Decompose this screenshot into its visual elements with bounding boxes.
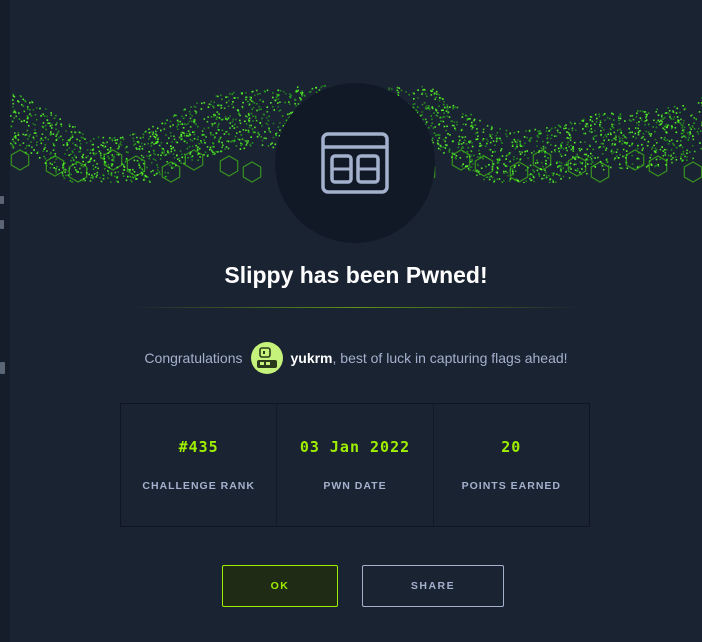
stat-label: POINTS EARNED bbox=[461, 480, 561, 492]
congrats-suffix: , best of luck in capturing flags ahead! bbox=[332, 350, 568, 366]
stat-value: 03 Jan 2022 bbox=[299, 438, 411, 456]
modal-title: Slippy has been Pwned! bbox=[224, 262, 488, 288]
page: Slippy has been Pwned! Congratulations y… bbox=[0, 0, 702, 642]
stat-value: #435 bbox=[178, 438, 219, 456]
background-glyph bbox=[0, 220, 4, 229]
challenge-icon-circle bbox=[275, 83, 435, 243]
background-glyph bbox=[0, 196, 4, 204]
stat-label: PWN DATE bbox=[323, 480, 387, 492]
robot-avatar-icon[interactable] bbox=[251, 342, 284, 374]
browser-window-icon bbox=[321, 132, 389, 194]
share-button[interactable]: SHARE bbox=[362, 565, 504, 607]
congrats-message: Congratulations yukrm , best of luck in … bbox=[10, 342, 702, 374]
background-glyph bbox=[0, 362, 5, 374]
congrats-prefix: Congratulations bbox=[144, 350, 243, 366]
stat-label: CHALLENGE RANK bbox=[142, 480, 255, 492]
stat-pwn-date: 03 Jan 2022 PWN DATE bbox=[277, 404, 434, 526]
username-link[interactable]: yukrm bbox=[290, 350, 332, 366]
ok-button[interactable]: OK bbox=[222, 565, 338, 607]
stat-value: 20 bbox=[501, 438, 522, 456]
background-page bbox=[0, 0, 10, 642]
title-divider bbox=[130, 307, 582, 308]
pwned-modal: Slippy has been Pwned! Congratulations y… bbox=[10, 0, 702, 642]
stat-challenge-rank: #435 CHALLENGE RANK bbox=[121, 404, 278, 526]
stat-points-earned: 20 POINTS EARNED bbox=[434, 404, 589, 526]
stats-panel: #435 CHALLENGE RANK 03 Jan 2022 PWN DATE… bbox=[120, 403, 590, 527]
